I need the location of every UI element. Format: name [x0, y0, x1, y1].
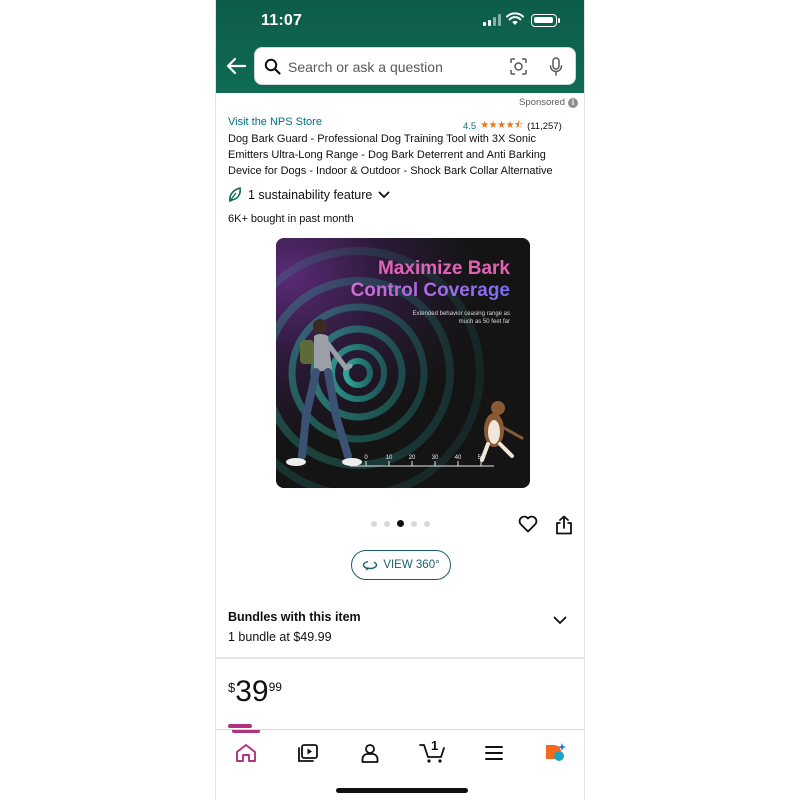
search-input[interactable]: Search or ask a question	[254, 47, 576, 85]
ruler-label: 50	[478, 455, 485, 461]
ruler-label: 30	[432, 455, 439, 461]
account-icon[interactable]	[357, 740, 383, 766]
menu-icon[interactable]	[481, 740, 507, 766]
search-icon	[264, 58, 281, 80]
camera-lens-icon[interactable]	[510, 58, 527, 80]
carousel-dot[interactable]	[371, 520, 377, 527]
status-time: 11:07	[261, 12, 303, 29]
bought-count: 6K+ bought in past month	[228, 213, 354, 225]
chevron-down-icon[interactable]	[553, 612, 567, 630]
ruler-label: 0	[364, 455, 368, 461]
home-icon[interactable]	[233, 740, 259, 766]
product-image[interactable]: 0 10 20 30 40 50 Maximize Bark Control Covera…	[276, 238, 530, 488]
home-indicator	[336, 788, 468, 793]
cart-count: 1	[431, 738, 439, 753]
section-divider	[216, 657, 584, 659]
dog-figure	[480, 401, 524, 462]
microphone-icon[interactable]	[549, 57, 563, 81]
info-icon: i	[568, 97, 578, 108]
carousel-dot[interactable]	[384, 520, 390, 527]
price: $ 39 99	[228, 675, 282, 709]
search-placeholder: Search or ask a question	[288, 59, 443, 75]
view-360-button[interactable]: VIEW 360°	[351, 550, 451, 580]
carousel-dots[interactable]	[371, 520, 430, 527]
cellular-signal-icon	[483, 14, 501, 26]
heart-icon[interactable]	[518, 515, 538, 538]
price-whole: 39	[235, 675, 269, 708]
video-icon[interactable]	[295, 740, 321, 766]
bundles-subtitle: 1 bundle at $49.99	[228, 630, 332, 644]
image-subcopy: Extended behavior ceasing range as much …	[412, 311, 510, 325]
carousel-dot[interactable]	[411, 520, 417, 527]
view-360-label: VIEW 360°	[383, 559, 440, 571]
rufus-icon[interactable]	[542, 740, 568, 766]
phone-screen: 11:07 Search or ask a question Sponsored…	[215, 0, 585, 800]
carousel-dot[interactable]	[397, 520, 404, 527]
header-bar: 11:07 Search or ask a question	[216, 0, 584, 93]
price-fraction: 99	[268, 680, 282, 694]
ruler-label: 20	[409, 455, 416, 461]
ruler-label: 40	[455, 455, 462, 461]
back-arrow-icon[interactable]	[225, 56, 247, 76]
headline-line1: Maximize Bark	[377, 258, 510, 279]
carousel-dot[interactable]	[424, 520, 430, 527]
wifi-icon	[506, 12, 524, 31]
cart-icon[interactable]: 1	[418, 738, 448, 766]
store-link[interactable]: Visit the NPS Store	[228, 116, 322, 128]
share-icon[interactable]	[555, 515, 573, 540]
sustainability-feature[interactable]: 1 sustainability feature	[228, 187, 390, 203]
badge-peek	[228, 724, 252, 728]
image-headline: Maximize Bark Control Coverage	[351, 258, 510, 302]
chevron-down-icon	[378, 191, 390, 199]
leaf-icon	[229, 187, 241, 203]
sustainability-label: 1 sustainability feature	[248, 188, 373, 202]
sponsored-label[interactable]: Sponsored i	[519, 97, 578, 108]
rotate-360-icon	[363, 560, 378, 571]
active-tab-indicator	[232, 730, 260, 733]
price-currency: $	[228, 680, 236, 695]
bundles-title[interactable]: Bundles with this item	[228, 610, 361, 624]
ruler-label: 10	[386, 455, 393, 461]
headline-line2: Control Coverage	[350, 280, 510, 301]
product-title: Dog Bark Guard - Professional Dog Traini…	[228, 133, 553, 177]
battery-icon	[531, 14, 560, 27]
screen: 11:07 Search or ask a question Sponsored…	[0, 0, 800, 800]
